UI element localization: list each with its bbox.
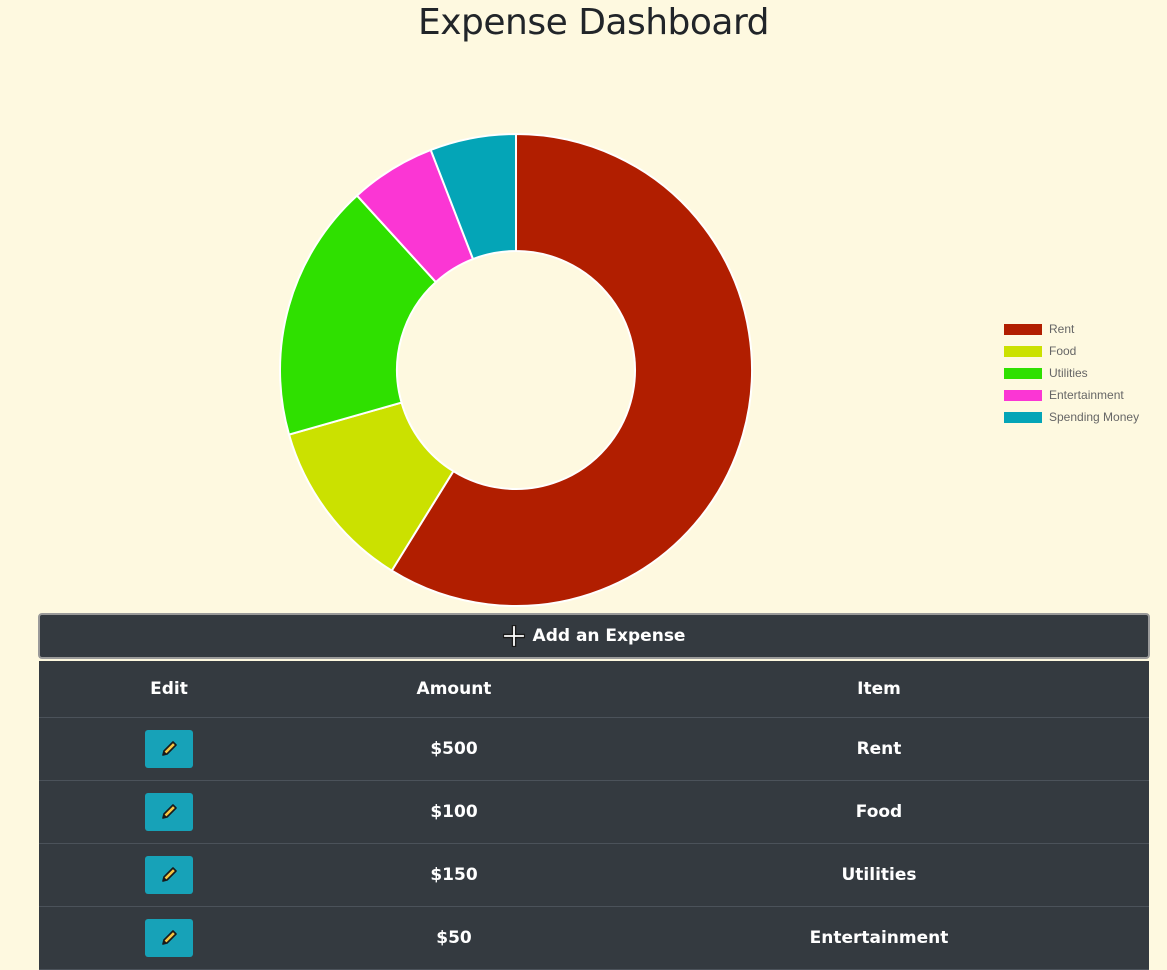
item-cell: Rent — [609, 717, 1149, 781]
legend-item-food[interactable]: Food — [1004, 340, 1164, 362]
item-cell: Utilities — [609, 843, 1149, 907]
legend-item-utilities[interactable]: Utilities — [1004, 362, 1164, 384]
pencil-icon — [162, 930, 177, 945]
edit-cell — [39, 843, 299, 907]
legend-label: Utilities — [1049, 366, 1088, 380]
edit-button[interactable] — [145, 856, 193, 894]
legend-label: Rent — [1049, 322, 1075, 336]
item-cell: Entertainment — [609, 906, 1149, 970]
amount-cell: $500 — [299, 717, 609, 781]
edit-cell — [39, 780, 299, 844]
pencil-icon — [162, 741, 177, 756]
edit-cell — [39, 906, 299, 970]
plus-icon — [502, 625, 525, 647]
header-amount: Amount — [299, 661, 609, 718]
legend-item-entertainment[interactable]: Entertainment — [1004, 384, 1164, 406]
legend-label: Food — [1049, 344, 1077, 358]
legend-swatch — [1004, 389, 1042, 401]
pencil-icon — [162, 867, 177, 882]
legend-item-rent[interactable]: Rent — [1004, 318, 1164, 340]
add-expense-button[interactable]: Add an Expense — [38, 613, 1150, 659]
edit-cell — [39, 717, 299, 781]
pencil-icon — [162, 804, 177, 819]
edit-button[interactable] — [145, 919, 193, 957]
amount-cell: $100 — [299, 780, 609, 844]
legend-label: Spending Money — [1049, 410, 1140, 424]
header-edit: Edit — [39, 661, 299, 718]
legend-item-spending-money[interactable]: Spending Money — [1004, 406, 1164, 428]
legend-swatch — [1004, 323, 1042, 335]
amount-cell: $50 — [299, 906, 609, 970]
legend-swatch — [1004, 367, 1042, 379]
item-cell: Food — [609, 780, 1149, 844]
chart-legend: Rent Food Utilities Entertainment Spendi… — [1004, 318, 1164, 428]
table-row: $100 Food — [39, 780, 1149, 844]
legend-label: Entertainment — [1049, 388, 1124, 402]
expense-donut-chart — [279, 132, 753, 607]
table-row: $500 Rent — [39, 717, 1149, 781]
table-header-row: Edit Amount Item — [39, 661, 1149, 718]
add-expense-label: Add an Expense — [532, 626, 686, 646]
legend-swatch — [1004, 411, 1042, 423]
legend-swatch — [1004, 345, 1042, 357]
amount-cell: $150 — [299, 843, 609, 907]
table-row: $150 Utilities — [39, 843, 1149, 907]
table-row: $50 Entertainment — [39, 906, 1149, 970]
edit-button[interactable] — [145, 730, 193, 768]
edit-button[interactable] — [145, 793, 193, 831]
header-item: Item — [609, 661, 1149, 718]
expense-table: Edit Amount Item $500 Rent $100 Food $15… — [39, 661, 1149, 970]
